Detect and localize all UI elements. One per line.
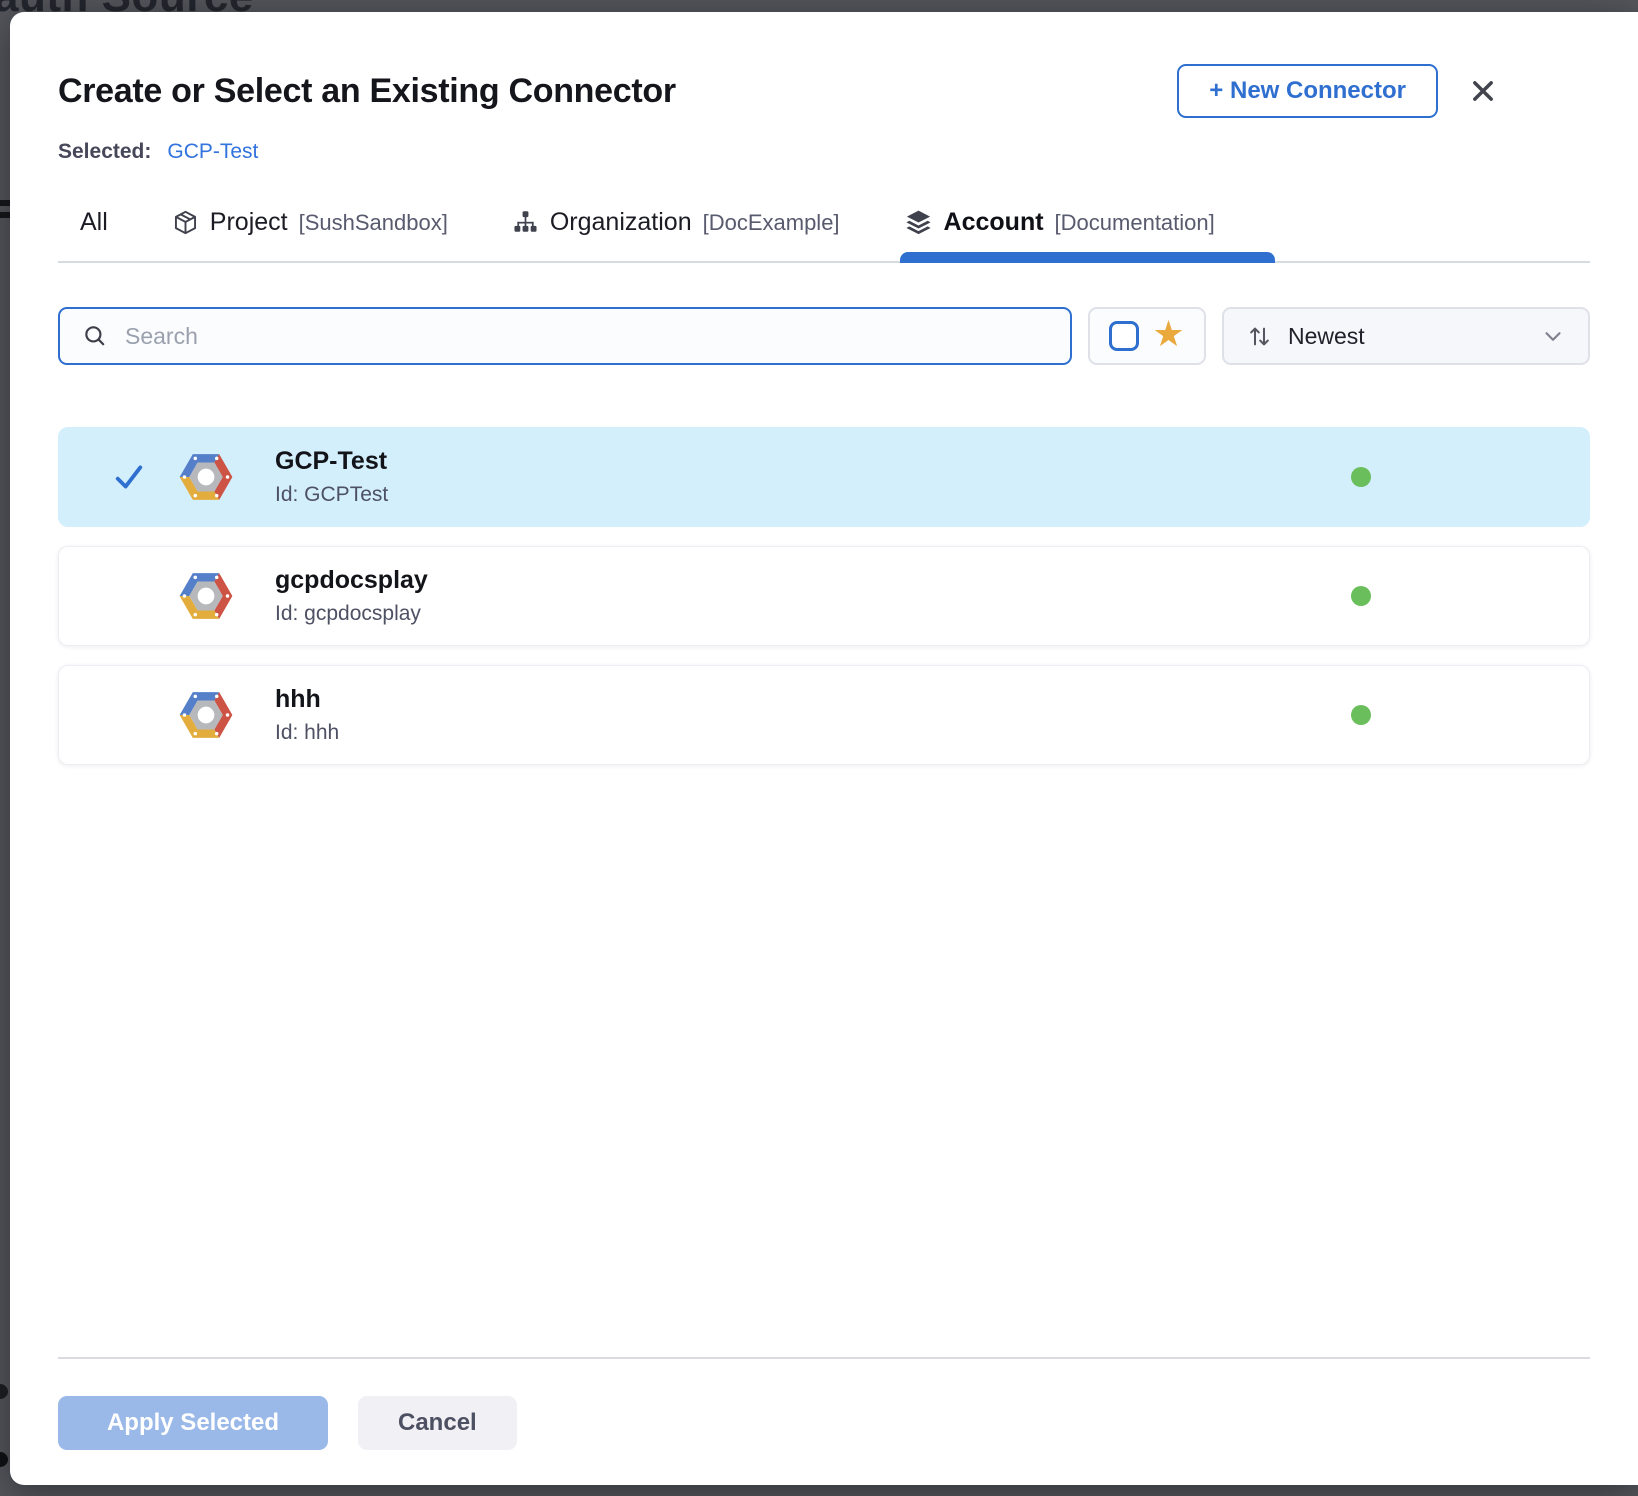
layers-icon [904,208,933,237]
tab-account[interactable]: Account [Documentation] [904,194,1215,261]
status-dot [1351,467,1371,487]
selected-line: Selected: GCP-Test [58,140,1590,164]
background-fragment [0,200,10,206]
scope-tabs: All Project [SushSandbox] [58,194,1590,263]
chevron-down-icon [1540,323,1566,349]
active-tab-indicator [900,252,1275,263]
connector-row-hhh[interactable]: hhh Id: hhh [58,665,1590,765]
check-slot [99,459,177,495]
gcp-logo-icon [177,686,235,744]
sort-arrows-icon [1246,323,1273,350]
connector-info: GCP-Test Id: GCPTest [275,447,388,507]
tab-all-label: All [80,208,108,237]
selected-label: Selected: [58,140,151,164]
status-dot [1351,705,1371,725]
close-button[interactable] [1466,74,1500,108]
connector-name: hhh [275,685,339,714]
connector-id: Id: hhh [275,721,339,745]
modal-footer: Apply Selected Cancel [58,1396,517,1450]
connector-select-modal: Create or Select an Existing Connector +… [10,12,1638,1485]
background-fragment [0,212,10,218]
footer-divider [58,1357,1590,1359]
modal-header: Create or Select an Existing Connector +… [58,12,1590,118]
gcp-logo-icon [177,567,235,625]
connector-list: GCP-Test Id: GCPTest gcpd [58,427,1590,765]
background-fragment [0,1452,8,1467]
sort-selected-value: Newest [1288,323,1525,350]
tab-organization[interactable]: Organization [DocExample] [512,194,840,261]
tab-account-scope: [Documentation] [1055,210,1215,236]
connector-row-gcp-test[interactable]: GCP-Test Id: GCPTest [58,427,1590,527]
org-chart-icon [512,209,539,236]
page-title: Create or Select an Existing Connector [58,72,1149,111]
cube-icon [172,209,199,236]
tab-account-label: Account [944,208,1044,237]
connector-info: hhh Id: hhh [275,685,339,745]
background-fragment [0,1384,8,1399]
apply-selected-button[interactable]: Apply Selected [58,1396,328,1450]
close-icon [1469,77,1497,105]
connector-name: gcpdocsplay [275,566,428,595]
search-icon [82,323,108,349]
connector-id: Id: gcpdocsplay [275,602,428,626]
gcp-logo-icon [177,448,235,506]
connector-id: Id: GCPTest [275,483,388,507]
star-icon: ★ [1152,316,1184,352]
connector-name: GCP-Test [275,447,388,476]
tab-organization-label: Organization [550,208,692,237]
tab-project[interactable]: Project [SushSandbox] [172,194,448,261]
search-input[interactable] [125,323,1048,350]
tab-all[interactable]: All [80,194,108,261]
connector-info: gcpdocsplay Id: gcpdocsplay [275,566,428,626]
tab-project-scope: [SushSandbox] [299,210,448,236]
search-box[interactable] [58,307,1072,365]
tab-organization-scope: [DocExample] [703,210,840,236]
selected-connector-link[interactable]: GCP-Test [167,140,258,164]
status-dot [1351,586,1371,606]
favorites-checkbox[interactable] [1109,321,1139,351]
connector-row-gcpdocsplay[interactable]: gcpdocsplay Id: gcpdocsplay [58,546,1590,646]
new-connector-button[interactable]: + New Connector [1177,64,1438,118]
tab-project-label: Project [210,208,288,237]
sort-dropdown[interactable]: Newest [1222,307,1590,365]
favorites-filter[interactable]: ★ [1088,307,1206,365]
check-icon [111,459,147,495]
list-controls: ★ Newest [58,307,1590,365]
cancel-button[interactable]: Cancel [358,1396,517,1450]
